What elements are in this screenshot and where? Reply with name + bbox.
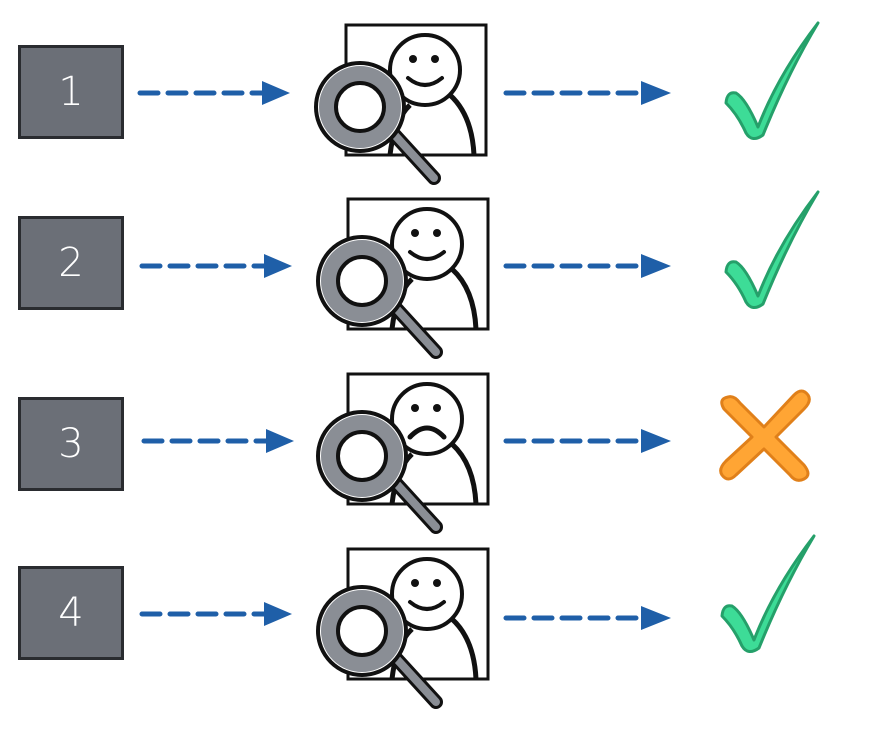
- dashed-arrow-icon: [503, 81, 671, 105]
- step-number: 4: [58, 590, 84, 636]
- step-number: 3: [58, 421, 84, 467]
- step-number-box: 3: [18, 397, 124, 491]
- dashed-arrow-icon: [503, 429, 671, 453]
- step-number: 1: [58, 69, 84, 115]
- check-icon: [720, 534, 816, 653]
- check-icon: [724, 190, 820, 309]
- dashed-arrow-icon: [503, 606, 671, 630]
- dashed-arrow-icon: [503, 254, 671, 278]
- dashed-arrow-icon: [139, 254, 292, 278]
- cross-icon: [719, 389, 811, 482]
- person-inspection-icon: [314, 23, 488, 185]
- step-number: 2: [58, 240, 84, 286]
- person-inspection-icon: [316, 372, 490, 534]
- dashed-arrow-icon: [141, 429, 294, 453]
- step-number-box: 2: [18, 216, 124, 310]
- dashed-arrow-icon: [137, 81, 290, 105]
- step-number-box: 4: [18, 566, 124, 660]
- check-icon: [724, 21, 820, 140]
- person-inspection-icon: [316, 197, 490, 359]
- dashed-arrow-icon: [139, 602, 292, 626]
- person-inspection-icon: [316, 547, 490, 709]
- step-row-4: 4: [0, 534, 876, 736]
- step-row-2: 2: [0, 190, 876, 386]
- step-number-box: 1: [18, 45, 124, 139]
